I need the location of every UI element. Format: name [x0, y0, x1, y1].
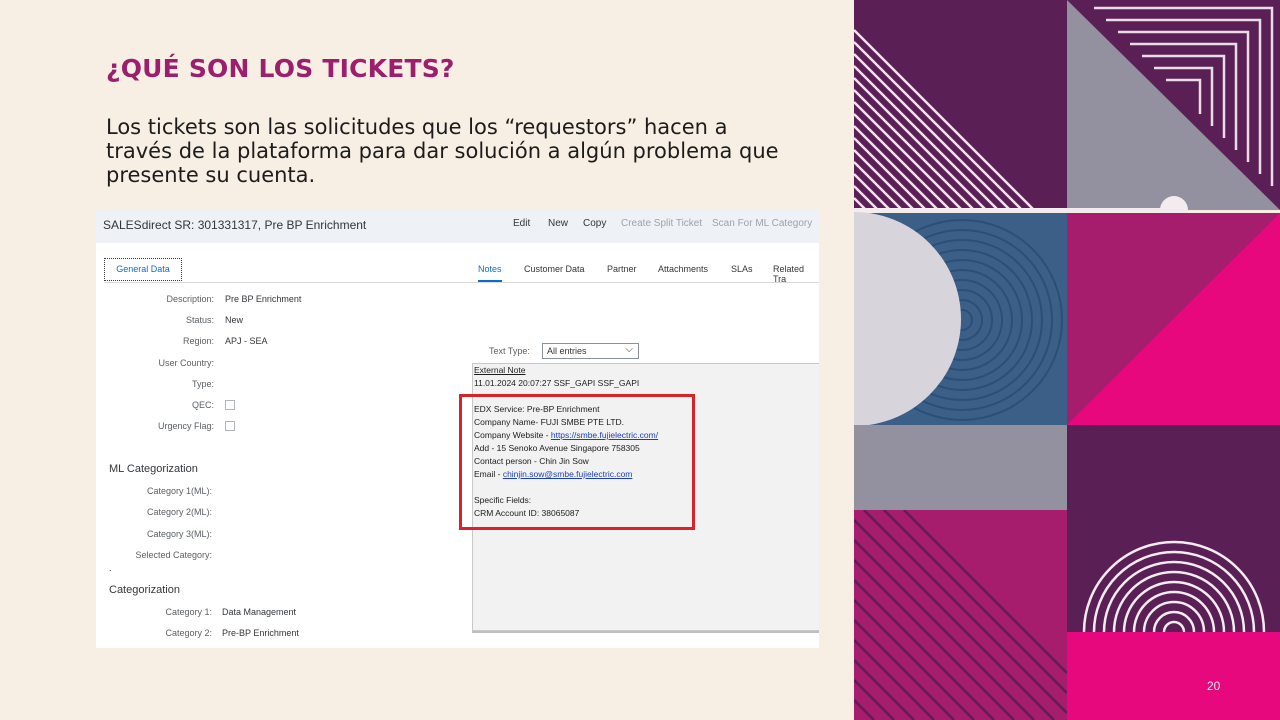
qec-checkbox[interactable] — [225, 400, 235, 410]
scan-ml-category-button[interactable]: Scan For ML Category — [712, 218, 812, 229]
region-label: Region: — [182, 336, 214, 346]
ml-category-3-label: Category 3(ML): — [146, 529, 212, 539]
category-1-label: Category 1: — [165, 607, 212, 617]
external-note-heading[interactable]: External Note — [474, 365, 526, 375]
text-type-label: Text Type: — [489, 346, 530, 356]
status-label: Status: — [185, 315, 214, 325]
text-type-value: All entries — [547, 346, 587, 356]
tab-slas[interactable]: SLAs — [731, 264, 753, 274]
notes-scrollbar[interactable] — [472, 631, 819, 633]
status-value: New — [225, 315, 244, 325]
ticket-screenshot: SALESdirect SR: 301331317, Pre BP Enrich… — [96, 210, 819, 648]
category-2-value: Pre-BP Enrichment — [222, 628, 299, 638]
urgency-flag-label: Urgency Flag: — [157, 421, 214, 431]
edit-button[interactable]: Edit — [513, 218, 530, 229]
ml-category-1-label: Category 1(ML): — [146, 486, 212, 496]
separator-mark: . — [109, 563, 112, 573]
tab-customer-data[interactable]: Customer Data — [524, 264, 585, 274]
decorative-pattern — [854, 0, 1280, 720]
ml-categorization-heading: ML Categorization — [109, 463, 198, 475]
page-number: 20 — [1207, 679, 1221, 693]
categorization-heading: Categorization — [109, 584, 180, 596]
urgency-flag-checkbox[interactable] — [225, 421, 235, 431]
tab-notes[interactable]: Notes — [478, 264, 502, 274]
tab-partner[interactable]: Partner — [607, 264, 637, 274]
region-value: APJ - SEA — [225, 336, 268, 346]
category-2-label: Category 2: — [165, 628, 212, 638]
create-split-ticket-button[interactable]: Create Split Ticket — [621, 218, 702, 229]
highlight-box — [459, 394, 695, 530]
note-meta: 11.01.2024 20:07:27 SSF_GAPI SSF_GAPI — [474, 378, 640, 388]
description-value: Pre BP Enrichment — [225, 294, 302, 304]
tab-general-data[interactable]: General Data — [104, 258, 182, 281]
type-label: Type: — [191, 379, 214, 389]
slide-body-text: Los tickets son las solicitudes que los … — [106, 115, 779, 187]
slide-title: ¿QUÉ SON LOS TICKETS? — [106, 54, 455, 83]
ml-category-2-label: Category 2(ML): — [146, 507, 212, 517]
tab-attachments[interactable]: Attachments — [658, 264, 708, 274]
ticket-header-bar: SALESdirect SR: 301331317, Pre BP Enrich… — [96, 210, 819, 243]
user-country-label: User Country: — [158, 358, 214, 368]
new-button[interactable]: New — [548, 218, 568, 229]
description-label: Description: — [166, 294, 214, 304]
category-1-value: Data Management — [222, 607, 297, 617]
divider — [104, 282, 469, 283]
selected-category-label: Selected Category: — [135, 550, 212, 560]
ticket-title: SALESdirect SR: 301331317, Pre BP Enrich… — [103, 218, 367, 232]
tab-related-transactions[interactable]: Related Tra — [773, 264, 819, 284]
divider — [468, 282, 819, 283]
text-type-select[interactable]: All entries ⌵ — [542, 343, 639, 359]
copy-button[interactable]: Copy — [583, 218, 606, 229]
chevron-down-icon: ⌵ — [625, 344, 633, 355]
qec-label: QEC: — [191, 400, 214, 410]
